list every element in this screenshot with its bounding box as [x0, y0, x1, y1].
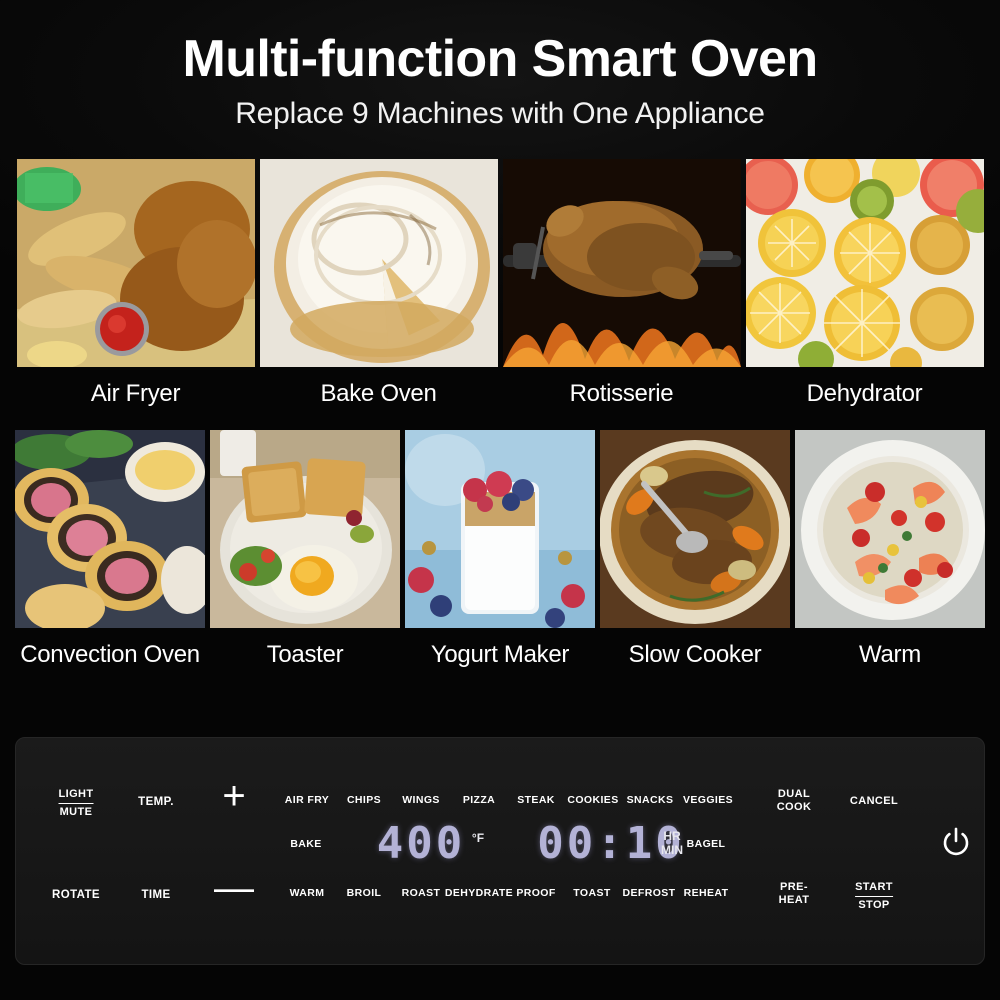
start-stop-line-1: START: [855, 881, 893, 893]
feature-image-yogurt-maker: [405, 429, 595, 628]
preset-defrost[interactable]: DEFROST: [623, 887, 676, 900]
page-title: Multi-function Smart Oven: [182, 30, 818, 88]
light-mute-line-1: LIGHT: [58, 788, 94, 800]
meringue-tart-illustration: [259, 158, 498, 367]
feature-image-bake-oven: [259, 158, 498, 367]
feature-image-slow-cooker: [600, 429, 790, 628]
preset-proof[interactable]: PROOF: [516, 887, 555, 900]
toast-and-egg-illustration: [210, 429, 400, 628]
pre-heat-line-1: PRE-: [780, 881, 808, 893]
feature-caption: Rotisserie: [569, 379, 674, 407]
dual-cook-line-1: DUAL: [777, 788, 811, 800]
feature-gallery-row-2: Convection Oven Toaster Yogurt Maker Slo…: [0, 429, 1000, 669]
start-stop-divider: [855, 895, 893, 898]
cancel-button[interactable]: CANCEL: [850, 795, 898, 808]
feature-image-convection-oven: [15, 429, 205, 628]
power-button[interactable]: [939, 826, 973, 865]
beef-wellington-illustration: [15, 429, 205, 628]
feature-tile-convection-oven: Convection Oven: [15, 429, 205, 669]
preset-wings[interactable]: WINGS: [402, 794, 440, 807]
preset-veggies[interactable]: VEGGIES: [683, 794, 733, 807]
preset-warm[interactable]: WARM: [290, 887, 325, 900]
preset-broil[interactable]: BROIL: [347, 887, 382, 900]
rotate-button[interactable]: ROTATE: [52, 888, 100, 902]
start-stop-button[interactable]: START STOP: [855, 881, 893, 912]
timer-unit-min: MIN: [661, 842, 683, 857]
preset-reheat[interactable]: REHEAT: [684, 887, 729, 900]
temperature-display: 400: [376, 818, 466, 869]
timer-unit-hr: HR: [663, 829, 681, 843]
feature-tile-warm: Warm: [795, 429, 985, 669]
feature-caption: Air Fryer: [90, 379, 181, 407]
dried-citrus-illustration: [745, 158, 984, 367]
preset-roast[interactable]: ROAST: [402, 887, 441, 900]
light-mute-line-2: MUTE: [59, 805, 93, 818]
preset-bagel[interactable]: BAGEL: [687, 838, 726, 851]
pre-heat-line-2: HEAT: [778, 894, 810, 907]
feature-image-warm: [795, 429, 985, 628]
light-mute-button[interactable]: LIGHT MUTE: [58, 788, 94, 819]
preset-snacks[interactable]: SNACKS: [627, 794, 674, 807]
preset-air-fry[interactable]: AIR FRY: [285, 794, 329, 807]
feature-caption: Warm: [859, 640, 921, 668]
shrimp-bowl-illustration: [795, 429, 985, 628]
pre-heat-button[interactable]: PRE- HEAT: [779, 881, 810, 908]
preset-steak[interactable]: STEAK: [517, 794, 555, 807]
feature-image-toaster: [210, 429, 400, 628]
start-stop-line-2: STOP: [858, 898, 890, 911]
preset-toast[interactable]: TOAST: [573, 887, 610, 900]
feature-tile-dehydrator: Dehydrator: [745, 158, 984, 408]
preset-chips[interactable]: CHIPS: [347, 794, 381, 807]
preset-cookies[interactable]: COOKIES: [567, 794, 618, 807]
feature-image-air-fryer: [16, 158, 255, 367]
oven-control-panel: LIGHT MUTE TEMP. ROTATE TIME + — AIR FRY…: [15, 737, 985, 965]
timer-unit-label: HR MIN: [661, 829, 683, 858]
rotisserie-chicken-illustration: [502, 158, 741, 367]
decrease-button[interactable]: —: [214, 868, 254, 908]
product-infographic: Multi-function Smart Oven Replace 9 Mach…: [0, 0, 1000, 1000]
light-mute-divider: [58, 802, 94, 805]
feature-tile-air-fryer: Air Fryer: [16, 158, 255, 408]
feature-tile-rotisserie: Rotisserie: [502, 158, 741, 408]
temperature-unit-label: °F: [471, 831, 485, 845]
feature-tile-yogurt-maker: Yogurt Maker: [405, 429, 595, 669]
feature-caption: Toaster: [266, 640, 344, 668]
feature-caption: Dehydrator: [806, 379, 923, 407]
feature-tile-slow-cooker: Slow Cooker: [600, 429, 790, 669]
preset-bake[interactable]: BAKE: [290, 838, 321, 851]
feature-caption: Bake Oven: [320, 379, 437, 407]
dual-cook-line-2: COOK: [776, 801, 812, 814]
page-subtitle: Replace 9 Machines with One Appliance: [235, 96, 765, 130]
time-button[interactable]: TIME: [141, 888, 170, 902]
power-icon: [943, 827, 969, 856]
preset-pizza[interactable]: PIZZA: [463, 794, 495, 807]
increase-button[interactable]: +: [222, 776, 245, 816]
feature-tile-bake-oven: Bake Oven: [259, 158, 498, 408]
feature-image-rotisserie: [502, 158, 741, 367]
preset-dehydrate[interactable]: DEHYDRATE: [445, 887, 513, 900]
temp-button[interactable]: TEMP.: [138, 795, 174, 809]
fried-chicken-illustration: [16, 158, 255, 367]
feature-caption: Convection Oven: [20, 640, 200, 668]
feature-gallery-row-1: Air Fryer Bake Oven Rotisserie Dehydrato…: [0, 158, 1000, 408]
dual-cook-button[interactable]: DUAL COOK: [777, 788, 812, 815]
feature-caption: Slow Cooker: [628, 640, 762, 668]
feature-caption: Yogurt Maker: [430, 640, 570, 668]
yogurt-parfait-illustration: [405, 429, 595, 628]
feature-tile-toaster: Toaster: [210, 429, 400, 669]
feature-image-dehydrator: [745, 158, 984, 367]
pot-roast-illustration: [600, 429, 790, 628]
header: Multi-function Smart Oven Replace 9 Mach…: [0, 0, 1000, 131]
